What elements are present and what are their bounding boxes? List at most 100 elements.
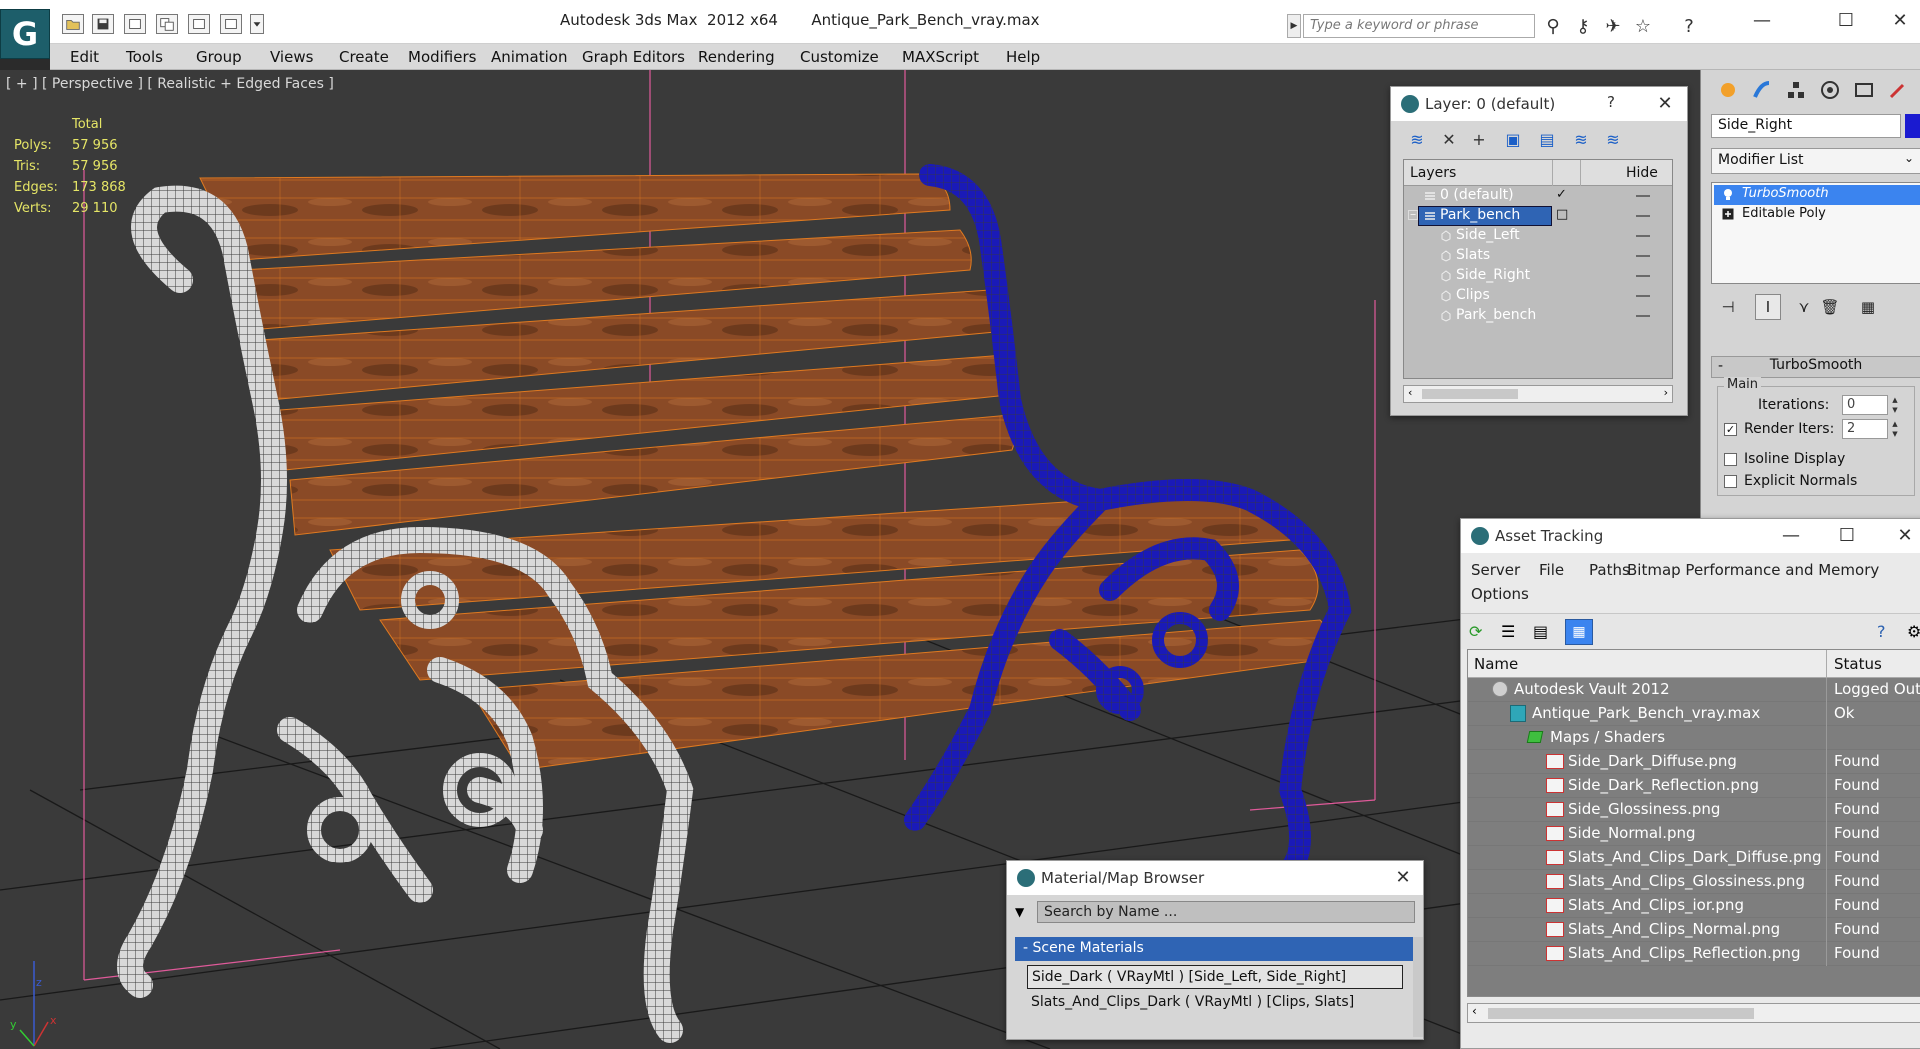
iterations-spin-arrows[interactable]: ▲ ▼ <box>1890 395 1900 415</box>
asset-row[interactable]: Slats_And_Clips_Normal.png Found <box>1468 918 1920 942</box>
layer-row[interactable]: Clips <box>1404 286 1672 306</box>
collapse-icon[interactable]: − <box>1408 210 1418 220</box>
col-layers[interactable]: Layers <box>1410 165 1456 181</box>
open-file-icon[interactable] <box>62 14 84 34</box>
asset-menu-options[interactable]: Options <box>1471 585 1529 603</box>
menu-maxscript[interactable]: MAXScript <box>902 48 979 66</box>
close-icon[interactable]: ✕ <box>1653 93 1677 115</box>
asset-row[interactable]: Slats_And_Clips_Glossiness.png Found <box>1468 870 1920 894</box>
menu-edit[interactable]: Edit <box>70 48 99 66</box>
minimize-button[interactable]: — <box>1779 525 1803 547</box>
layer-row[interactable]: Side_Left <box>1404 226 1672 246</box>
asset-window-titlebar[interactable]: Asset Tracking — ☐ ✕ <box>1461 519 1920 553</box>
minimize-button[interactable]: — <box>1742 8 1782 34</box>
hide-toggle[interactable] <box>1636 195 1650 197</box>
highlight-layer-icon[interactable]: ▤ <box>1535 127 1559 151</box>
close-icon[interactable]: ✕ <box>1893 525 1917 547</box>
asset-menu-server[interactable]: Server <box>1471 561 1520 579</box>
expand-plus-icon[interactable] <box>1722 208 1734 220</box>
menu-customize[interactable]: Customize <box>800 48 879 66</box>
fetch-icon[interactable] <box>220 14 242 34</box>
modifier-list-dropdown[interactable]: Modifier List ⌄ <box>1711 148 1920 174</box>
save-icon[interactable] <box>92 14 114 34</box>
menu-modifiers[interactable]: Modifiers <box>408 48 476 66</box>
hold-icon[interactable] <box>188 14 210 34</box>
scroll-left-icon[interactable]: ‹ <box>1472 1004 1477 1018</box>
utilities-tab-icon[interactable] <box>1883 75 1913 105</box>
col-hide[interactable]: Hide <box>1626 165 1658 181</box>
hide-toggle[interactable] <box>1636 275 1650 277</box>
asset-row[interactable]: Slats_And_Clips_Reflection.png Found <box>1468 942 1920 966</box>
help-icon[interactable]: ? <box>1676 14 1702 38</box>
render-iters-spinner[interactable]: 2 <box>1842 419 1888 439</box>
material-row[interactable]: Slats_And_Clips_Dark ( VRayMtl ) [Clips,… <box>1027 991 1403 1015</box>
material-row[interactable]: Side_Dark ( VRayMtl ) [Side_Left, Side_R… <box>1027 965 1403 989</box>
asset-row[interactable]: Slats_And_Clips_Dark_Diffuse.png Found <box>1468 846 1920 870</box>
lightbulb-icon[interactable] <box>1722 188 1734 200</box>
create-tab-icon[interactable] <box>1713 75 1743 105</box>
options-icon[interactable]: ⚙ <box>1907 622 1920 642</box>
freeze-all-layers-icon[interactable]: ≋ <box>1601 127 1625 151</box>
material-window-titlebar[interactable]: Material/Map Browser ✕ <box>1007 861 1423 895</box>
render-iters-checkbox[interactable]: ✓ <box>1724 423 1737 436</box>
turbosmooth-rollout-header[interactable]: - TurboSmooth <box>1711 356 1920 378</box>
layer-row[interactable]: Side_Right <box>1404 266 1672 286</box>
menu-graph-editors[interactable]: Graph Editors <box>582 48 685 66</box>
hide-all-layers-icon[interactable]: ≋ <box>1569 127 1593 151</box>
menu-group[interactable]: Group <box>196 48 242 66</box>
help-button[interactable]: ? <box>1599 93 1623 115</box>
material-vertical-scrollbar[interactable] <box>1413 937 1423 1037</box>
maximize-button[interactable]: ☐ <box>1835 525 1859 547</box>
layer-row[interactable]: Park_bench <box>1404 306 1672 326</box>
asset-row[interactable]: Maps / Shaders <box>1468 726 1920 750</box>
asset-row[interactable]: Autodesk Vault 2012 Logged Out ... <box>1468 678 1920 702</box>
scroll-thumb[interactable] <box>1422 389 1518 399</box>
layer-window-titlebar[interactable]: Layer: 0 (default) ? ✕ <box>1391 87 1687 121</box>
asset-menu-paths[interactable]: Paths <box>1589 561 1630 579</box>
layer-row[interactable]: Slats <box>1404 246 1672 266</box>
close-icon[interactable]: ✕ <box>1391 867 1415 889</box>
material-search-input[interactable]: Search by Name ... <box>1037 901 1415 923</box>
asset-row[interactable]: Side_Dark_Reflection.png Found <box>1468 774 1920 798</box>
menu-views[interactable]: Views <box>270 48 313 66</box>
redo-icon[interactable] <box>156 14 178 34</box>
maximize-button[interactable]: ☐ <box>1826 8 1866 34</box>
help-query-icon[interactable]: ? <box>1877 622 1897 642</box>
asset-horizontal-scrollbar[interactable]: ‹ <box>1467 1003 1920 1023</box>
delete-layer-icon[interactable]: ✕ <box>1437 127 1461 151</box>
add-to-layer-icon[interactable]: + <box>1467 127 1491 151</box>
viewport-label[interactable]: [ + ] [ Perspective ] [ Realistic + Edge… <box>6 76 334 92</box>
scene-materials-group[interactable]: - Scene Materials <box>1015 937 1413 961</box>
hide-toggle[interactable] <box>1636 215 1650 217</box>
menu-tools[interactable]: Tools <box>126 48 163 66</box>
menu-rendering[interactable]: Rendering <box>698 48 775 66</box>
asset-row[interactable]: Side_Glossiness.png Found <box>1468 798 1920 822</box>
asset-menu-bitmap[interactable]: Bitmap Performance and Memory <box>1627 561 1879 579</box>
key-icon[interactable]: ⚷ <box>1570 14 1596 38</box>
hierarchy-tab-icon[interactable] <box>1781 75 1811 105</box>
iterations-spinner[interactable]: 0 <box>1842 395 1888 415</box>
pin-stack-icon[interactable]: ⊣ <box>1715 294 1741 320</box>
undo-icon[interactable] <box>124 14 146 34</box>
display-tab-icon[interactable] <box>1849 75 1879 105</box>
show-end-result-icon[interactable]: I <box>1755 294 1781 320</box>
make-unique-icon[interactable]: ⋎ <box>1791 294 1817 320</box>
current-layer-box-icon[interactable]: □ <box>1556 207 1568 222</box>
layer-row[interactable]: 0 (default) ✓ <box>1404 186 1672 206</box>
list-view-icon[interactable]: ☰ <box>1501 622 1521 642</box>
favorites-star-icon[interactable]: ☆ <box>1630 14 1656 38</box>
object-name-field[interactable]: Side_Right <box>1711 114 1901 138</box>
stack-item-editable-poly[interactable]: Editable Poly <box>1714 205 1920 225</box>
application-menu-button[interactable]: G <box>0 9 50 59</box>
hide-toggle[interactable] <box>1636 315 1650 317</box>
communication-center-icon[interactable]: ✈ <box>1600 14 1626 38</box>
motion-tab-icon[interactable] <box>1815 75 1845 105</box>
remove-modifier-icon[interactable]: 🗑 <box>1817 294 1843 320</box>
object-color-swatch[interactable] <box>1905 114 1920 138</box>
search-input[interactable]: Type a keyword or phrase <box>1303 14 1535 38</box>
select-layer-objects-icon[interactable]: ▣ <box>1501 127 1525 151</box>
current-layer-check-icon[interactable]: ✓ <box>1556 187 1567 202</box>
tree-view-icon[interactable]: ▤ <box>1533 622 1553 642</box>
scroll-thumb[interactable] <box>1488 1008 1754 1019</box>
scroll-left-icon[interactable]: ‹ <box>1408 386 1412 399</box>
